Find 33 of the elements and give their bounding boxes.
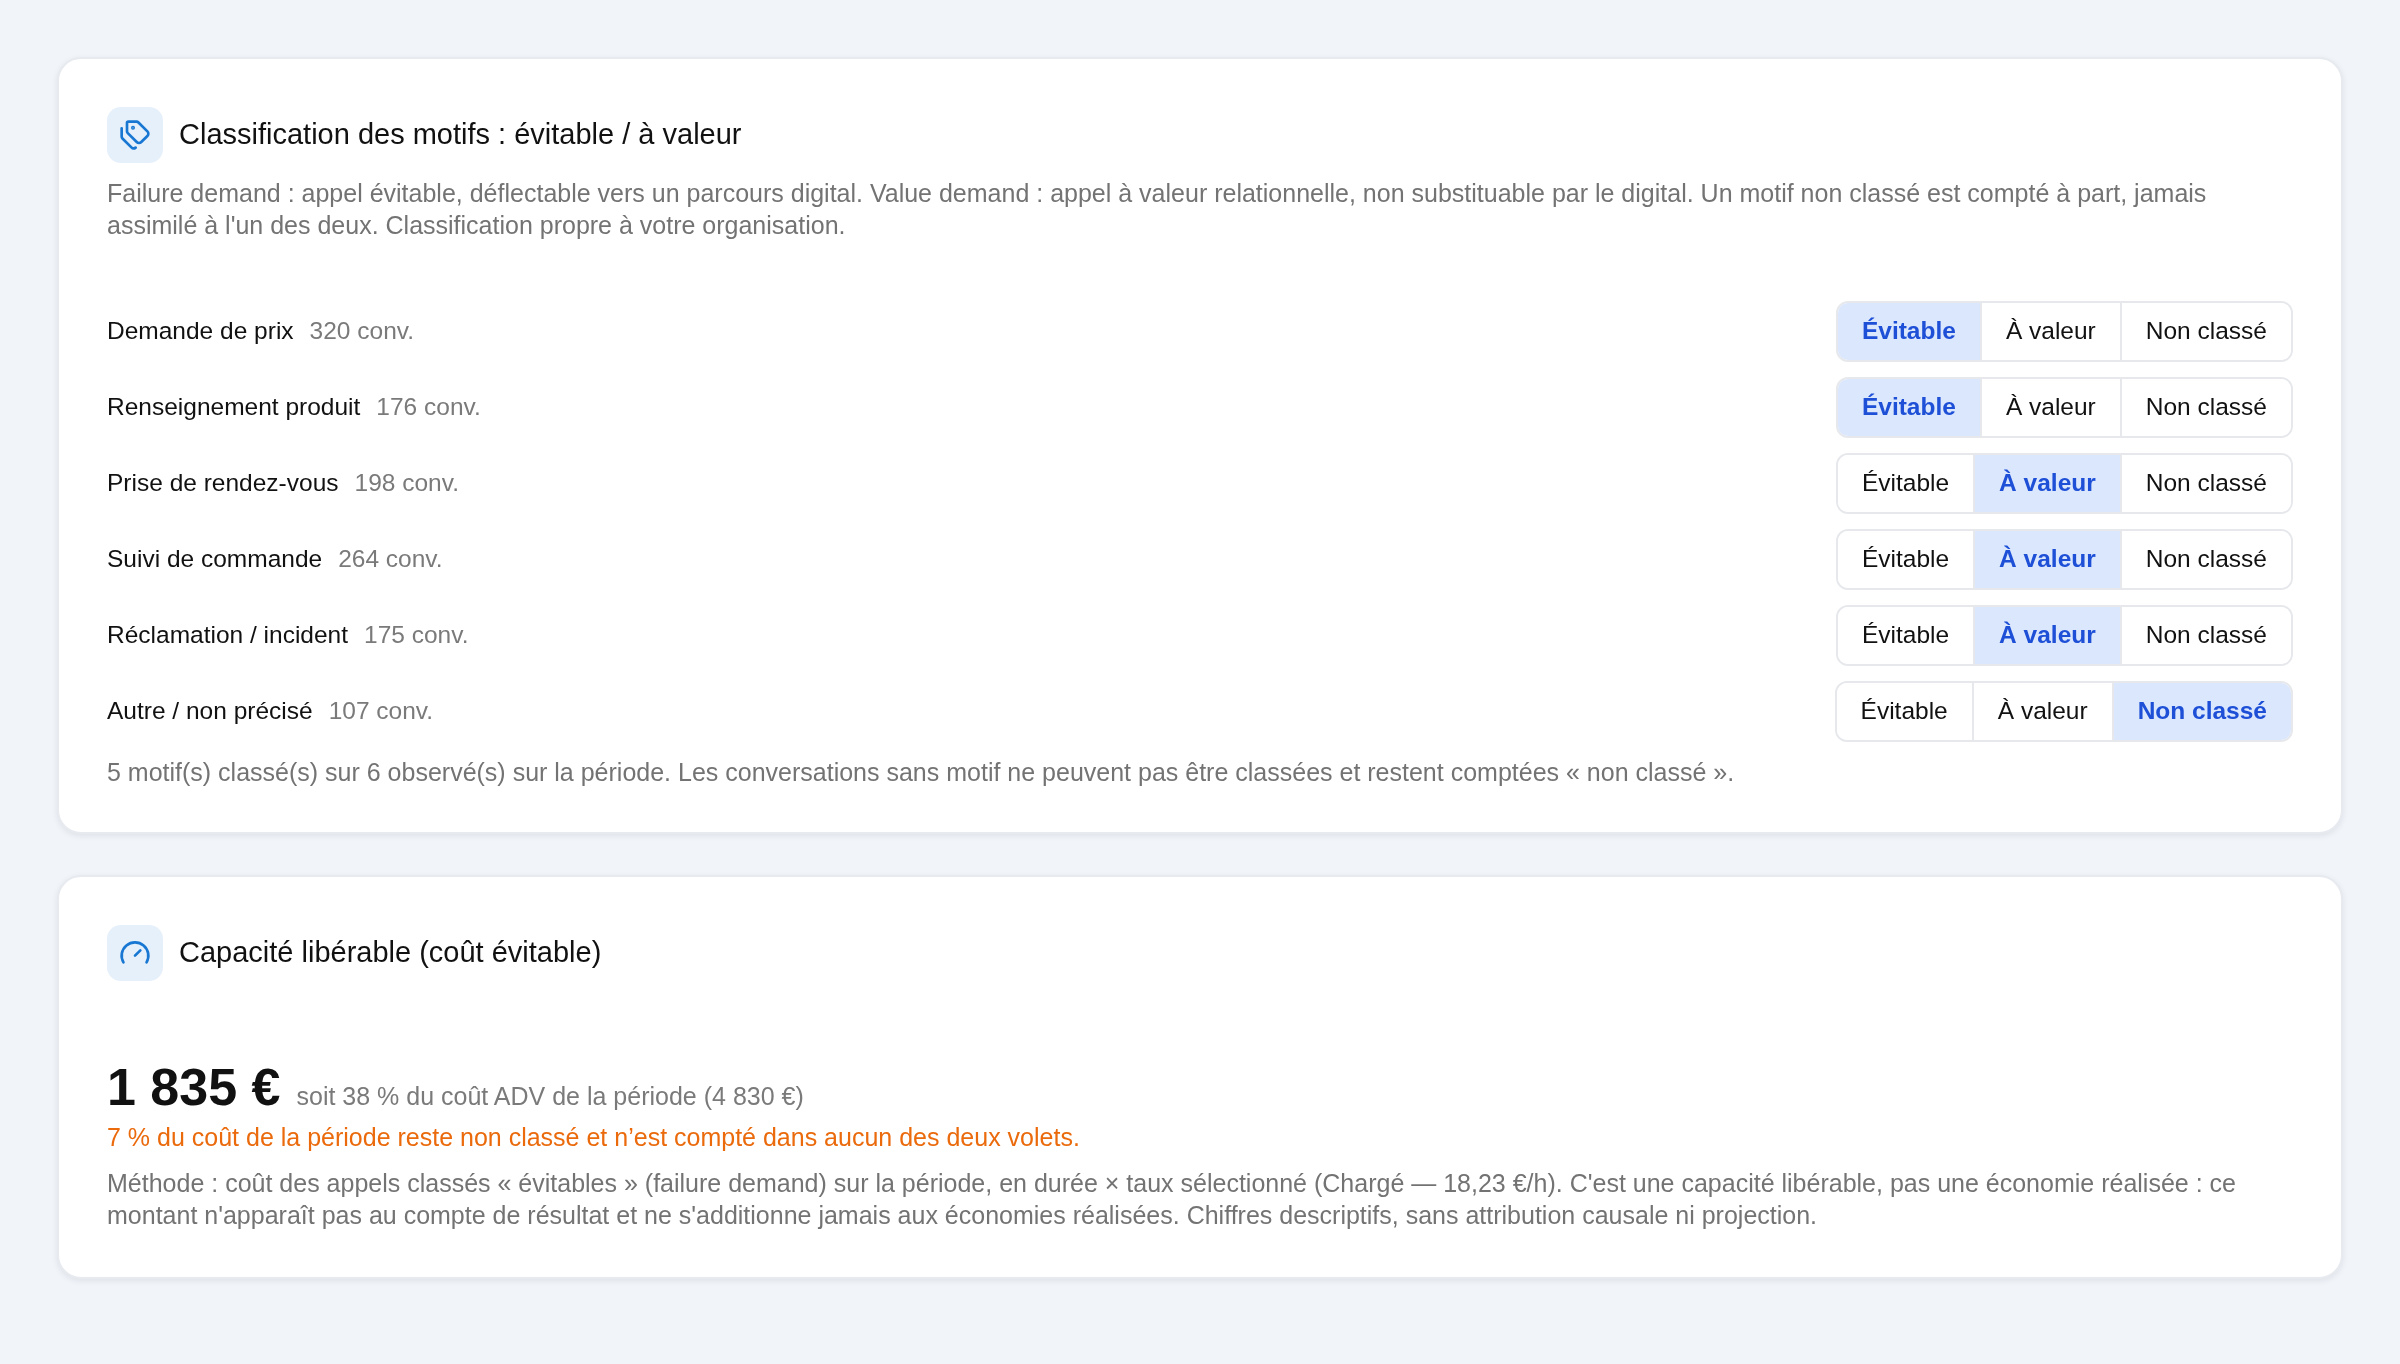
- choice-button[interactable]: Non classé: [2119, 531, 2291, 588]
- tags-icon: [107, 107, 163, 163]
- motif-label: Demande de prix: [107, 316, 294, 347]
- motif-label: Réclamation / incident: [107, 620, 349, 651]
- choice-button[interactable]: Non classé: [2111, 683, 2291, 740]
- conversation-count: 175 conv.: [364, 620, 469, 651]
- choice-button[interactable]: À valeur: [1973, 607, 2120, 664]
- motif-label: Autre / non précisé: [107, 696, 313, 727]
- card-description: Failure demand : appel évitable, déflectable vers un parcours digital. Value demand : appel à valeur relationnelle, non substituable par le digital. Un motif non classé est compté à part, jamais assimilé à l'un des deux. Classification propre à votre organisation.: [107, 178, 2208, 241]
- choice-button[interactable]: Évitable: [1837, 379, 1980, 436]
- capacity-amount: 1 835 €: [107, 1057, 281, 1117]
- choice-button[interactable]: À valeur: [1973, 455, 2120, 512]
- motif-label: Prise de rendez-vous: [107, 468, 339, 499]
- method-note: Méthode : coût des appels classés « évitables » (failure demand) sur la période, en durée × taux sélectionné (Chargé — 18,23 €/h). C'est une capacité libérable, pas une économie réalisée : ce montant n'apparaît pas au compte de résultat et ne s'additionne jamais aux économies réalisées. Chiffres descriptifs, sans attribution causale ni projection.: [107, 1168, 2237, 1231]
- gauge-icon: [107, 925, 163, 981]
- motif-label: Suivi de commande: [107, 544, 323, 575]
- choice-button[interactable]: Non classé: [2119, 303, 2291, 360]
- card-title: Capacité libérable (coût évitable): [179, 935, 602, 971]
- amount-note: soit 38 % du coût ADV de la période (4 830 €): [296, 1081, 804, 1112]
- conversation-count: 176 conv.: [376, 392, 481, 423]
- conversation-count: 264 conv.: [338, 544, 443, 575]
- choice-button[interactable]: À valeur: [1973, 531, 2120, 588]
- choice-button[interactable]: Évitable: [1837, 303, 1980, 360]
- choice-button[interactable]: Non classé: [2119, 379, 2291, 436]
- motif-label: Renseignement produit: [107, 392, 361, 423]
- classification-summary: 5 motif(s) classé(s) sur 6 observé(s) sur la période. Les conversations sans motif ne peuvent pas être classées et restent comptées « non classé ».: [107, 757, 1736, 788]
- choice-button[interactable]: Non classé: [2119, 455, 2291, 512]
- conversation-count: 320 conv.: [309, 316, 414, 347]
- card-title: Classification des motifs : évitable / à valeur: [179, 117, 742, 153]
- choice-button[interactable]: Non classé: [2119, 607, 2291, 664]
- conversation-count: 107 conv.: [328, 696, 434, 727]
- unclassified-warning: 7 % du coût de la période reste non classé et n’est compté dans aucun des deux volets.: [107, 1122, 1081, 1153]
- conversation-count: 198 conv.: [354, 468, 459, 499]
